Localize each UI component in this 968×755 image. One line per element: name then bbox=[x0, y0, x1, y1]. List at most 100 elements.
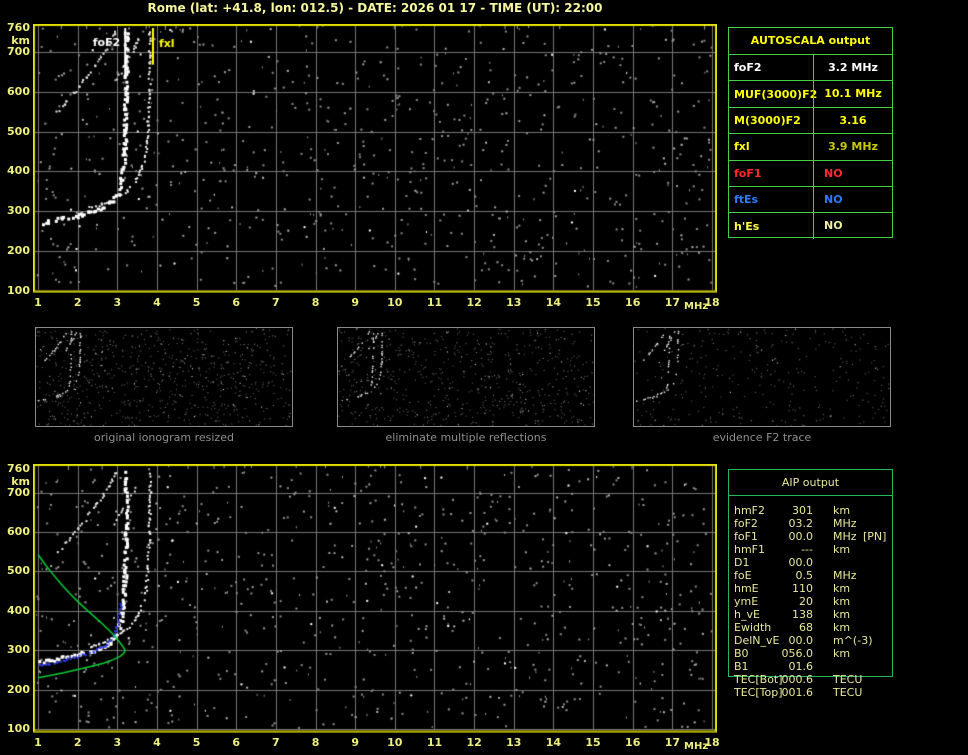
aip-unit: MHz bbox=[833, 569, 857, 582]
aip-row-foF1: foF1 00.0 MHz [PN] bbox=[729, 530, 892, 543]
aip-lab: hmF1 bbox=[734, 543, 766, 556]
x-tick-label: 17 bbox=[664, 736, 680, 749]
aip-row-Ewidth: Ewidth 68 km bbox=[729, 621, 892, 634]
x-tick-label: 2 bbox=[73, 296, 82, 309]
aip-lab: D1 bbox=[734, 556, 750, 569]
x-tick-label: 6 bbox=[232, 736, 241, 749]
aip-unit: m^(-3) bbox=[833, 634, 873, 647]
station-title: Rome (lat: +41.8, lon: 012.5) - DATE: 20… bbox=[147, 1, 603, 15]
y-tick-label: 300 bbox=[7, 204, 30, 218]
x-tick-label: 4 bbox=[153, 296, 161, 309]
aip-unit: MHz bbox=[833, 517, 857, 530]
aip-row-TEC[Top]: TEC[Top] 001.6 TECU bbox=[729, 686, 892, 699]
x-tick-label: 8 bbox=[311, 296, 320, 309]
x-tick-label: 7 bbox=[272, 296, 280, 309]
panel-original-ionogram bbox=[35, 327, 293, 427]
aip-row-B1: B1 01.6 bbox=[729, 660, 892, 673]
x-tick-label: 12 bbox=[466, 296, 482, 309]
bottom-ionogram-plot bbox=[33, 464, 717, 733]
aip-unit: km bbox=[833, 621, 851, 634]
aip-lab: foF1 bbox=[734, 530, 758, 543]
aip-table-title: AIP output bbox=[729, 470, 892, 496]
aip-unit: MHz bbox=[833, 530, 857, 543]
y-tick-label: 760 bbox=[7, 21, 30, 34]
aip-row-TEC[Bot]: TEC[Bot] 000.6 TECU bbox=[729, 673, 892, 686]
aip-unit: km bbox=[833, 543, 851, 556]
autoscala-output-table: AUTOSCALA output foF2 3.2 MHz MUF(3000)F2 1… bbox=[728, 27, 893, 239]
autoscala-param-value: 3.9 MHz bbox=[813, 134, 892, 160]
aip-lab: Ewidth bbox=[734, 621, 772, 634]
panel-eliminate-reflections bbox=[337, 327, 595, 427]
aip-row-hmF1: hmF1 --- km bbox=[729, 543, 892, 556]
aip-row-ymE: ymE 20 km bbox=[729, 595, 892, 608]
y-tick-label: 500 bbox=[7, 124, 30, 138]
x-tick-label: 10 bbox=[387, 296, 403, 309]
x-tick-label: 10 bbox=[387, 736, 403, 749]
aip-unit: km bbox=[833, 647, 851, 660]
aip-val: 301 bbox=[792, 504, 813, 517]
aip-row-foF2: foF2 03.2 MHz bbox=[729, 517, 892, 530]
aip-val: 00.0 bbox=[788, 530, 814, 543]
aip-val: 110 bbox=[792, 582, 813, 595]
autoscala-param-label: foF1 bbox=[734, 166, 762, 180]
x-tick-label: 12 bbox=[466, 736, 482, 749]
x-tick-label: 7 bbox=[272, 736, 280, 749]
x-axis-unit-label: MHz bbox=[684, 301, 709, 312]
x-tick-label: 16 bbox=[625, 736, 641, 749]
x-tick-label: 11 bbox=[426, 296, 443, 309]
aip-unit: km bbox=[833, 608, 851, 621]
aip-val: 20 bbox=[799, 595, 813, 608]
aip-row-hmE: hmE 110 km bbox=[729, 582, 892, 595]
panel-caption-eliminate: eliminate multiple reflections bbox=[385, 431, 547, 444]
aip-val: 01.6 bbox=[788, 660, 814, 673]
autoscala-param-value: 3.16 bbox=[813, 107, 892, 134]
x-tick-label: 1 bbox=[34, 296, 42, 309]
aip-lab: hmE bbox=[734, 582, 759, 595]
autoscala-row-3: fxl 3.9 MHz bbox=[729, 133, 892, 160]
aip-val: 000.6 bbox=[781, 673, 814, 686]
aip-val: 00.0 bbox=[788, 556, 814, 569]
y-tick-label: 600 bbox=[7, 525, 30, 539]
y-tick-label: 300 bbox=[7, 643, 30, 657]
aip-val: 00.0 bbox=[788, 634, 814, 647]
autoscala-param-value: NO bbox=[813, 186, 892, 213]
autoscala-row-5: ftEs NO bbox=[729, 185, 892, 213]
aip-lab: B0 bbox=[734, 647, 749, 660]
x-tick-label: 15 bbox=[585, 296, 601, 309]
aip-lab: ymE bbox=[734, 595, 759, 608]
aip-lab: foE bbox=[734, 569, 752, 582]
x-tick-label: 9 bbox=[351, 296, 359, 309]
panel-original-ionogram-canvas bbox=[36, 328, 292, 426]
aip-unit: TECU bbox=[833, 686, 863, 699]
x-tick-label: 4 bbox=[153, 736, 161, 749]
x-tick-label: 5 bbox=[192, 296, 201, 309]
autoscala-param-value: NO bbox=[813, 213, 892, 239]
x-tick-label: 11 bbox=[426, 736, 443, 749]
aip-extra: [PN] bbox=[863, 530, 887, 543]
y-tick-label: 700 bbox=[7, 44, 30, 58]
aip-unit: km bbox=[833, 582, 851, 595]
x-tick-label: 6 bbox=[232, 296, 241, 309]
aip-val: 0.5 bbox=[795, 569, 814, 582]
y-tick-label: 100 bbox=[7, 721, 30, 735]
autoscala-param-value: NO bbox=[813, 160, 892, 186]
aip-row-D1: D1 00.0 bbox=[729, 556, 892, 569]
x-axis-unit-label: MHz bbox=[684, 741, 709, 752]
aip-row-foE: foE 0.5 MHz bbox=[729, 569, 892, 582]
aip-unit: TECU bbox=[833, 673, 863, 686]
aip-val: 056.0 bbox=[781, 647, 814, 660]
x-tick-label: 2 bbox=[73, 736, 82, 749]
x-tick-label: 5 bbox=[192, 736, 201, 749]
x-tick-label: 14 bbox=[545, 736, 562, 749]
autoscala-param-label: foF2 bbox=[734, 61, 762, 75]
autoscala-param-label: M(3000)F2 bbox=[734, 113, 801, 127]
x-tick-label: 13 bbox=[506, 736, 522, 749]
aip-row-DelN_vE: DelN_vE 00.0 m^(-3) bbox=[729, 634, 892, 647]
autoscala-window: Rome (lat: +41.8, lon: 012.5) - DATE: 20… bbox=[0, 0, 968, 755]
autoscala-param-label: ftEs bbox=[734, 193, 759, 207]
autoscala-param-label: fxl bbox=[734, 140, 750, 154]
y-tick-label: 200 bbox=[7, 244, 30, 258]
panel-caption-original: original ionogram resized bbox=[94, 431, 234, 444]
autoscala-row-2: M(3000)F2 3.16 bbox=[729, 106, 892, 134]
aip-lab: hmF2 bbox=[734, 504, 766, 517]
